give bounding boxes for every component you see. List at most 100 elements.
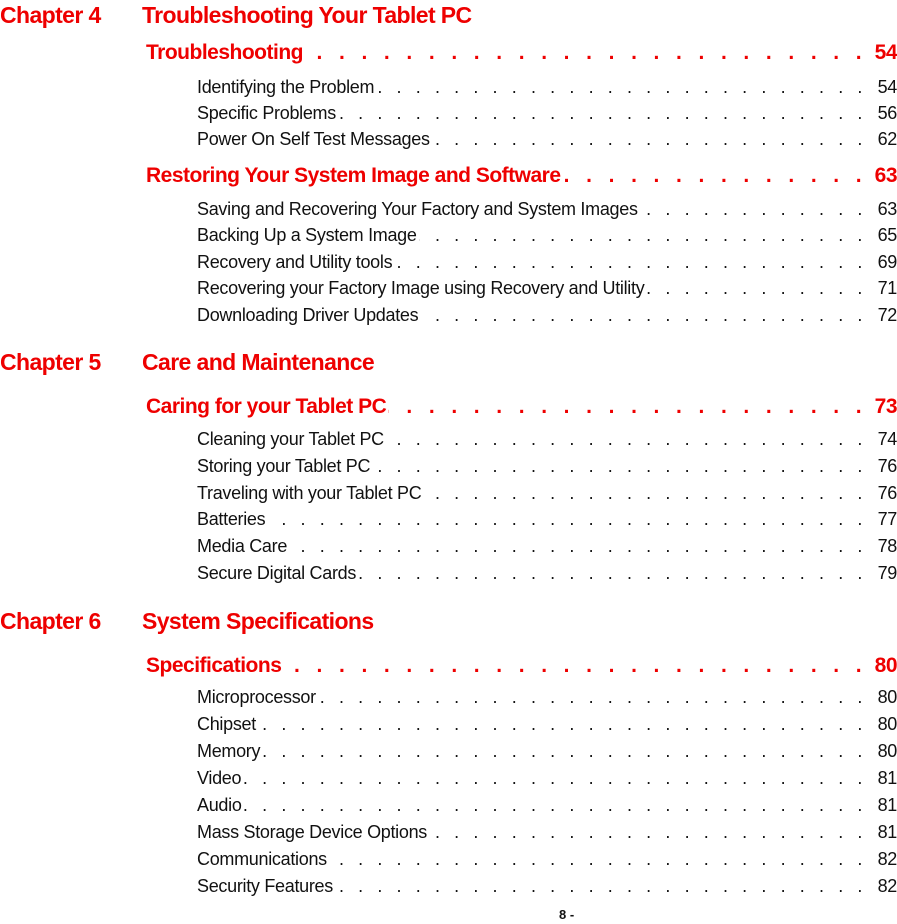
toc-entry-link[interactable]: Identifying the Problem . . . . . . . . … [197,74,897,100]
dot-leader: . . . . . . . . . . . . . . . . . . . . … [376,77,867,97]
page-number: 54 [874,41,897,64]
toc-entry-link[interactable]: Batteries . . . . . . . . . . . . . . . … [197,506,897,532]
toc-entry-link[interactable]: Specific Problems . . . . . . . . . . . … [197,100,897,126]
entry-title: Chipset [197,714,256,734]
dot-leader: . . . . . . . . . . . . . . . . . . . . … [318,687,867,707]
chapter-number: Chapter 5 [0,349,101,375]
chapter-number: Chapter 6 [0,608,101,634]
page-number: 76 [877,456,897,476]
page-number: 71 [877,278,897,298]
dot-leader: . . . . . . . . . . . . . . . . . . . . … [243,795,867,815]
entry-title: Power On Self Test Messages [197,129,430,149]
entry-title: Cleaning your Tablet PC [197,429,384,449]
entry-title: Recovery and Utility tools [197,252,393,272]
page-number: 63 [877,199,897,219]
page-number: 77 [877,509,897,529]
page-footer-number: 8 - [559,907,575,922]
page-number: 80 [877,687,897,707]
page-number: 82 [877,849,897,869]
section-title: Troubleshooting [146,41,303,64]
entry-title: Memory [197,741,261,761]
dot-leader: . . . . . . . . . . . . . . . . . . . . … [423,483,867,503]
toc-entry-link[interactable]: Saving and Recovering Your Factory and S… [197,196,897,222]
dot-leader: . . . . . . . . . . . . . . . . . . . . … [358,563,867,583]
dot-leader: . . . . . . . . . . . . . . . . . . . . … [419,225,867,245]
page-number: 54 [877,77,897,97]
entry-title: Video [197,768,242,788]
toc-entry-link[interactable]: Cleaning your Tablet PC . . . . . . . . … [197,426,897,452]
toc-section-link[interactable]: Caring for your Tablet PC . . . . . . . … [146,393,897,421]
entry-title: Specific Problems [197,103,336,123]
dot-leader: . . . . . . . . . . . . . . . . . . . . … [388,395,867,418]
dot-leader: . . . . . . . . . . . . . . . . . . . . … [289,536,867,556]
dot-leader: . . . . . . . . . . . . . . . . . . . . … [394,252,867,272]
page-number: 73 [874,395,897,418]
dot-leader: . . . . . . . . . . . . . . . . . . . . … [335,876,867,896]
chapter-title: Troubleshooting Your Tablet PC [142,2,472,28]
toc-entry-link[interactable]: Video . . . . . . . . . . . . . . . . . … [197,765,897,791]
toc-entry-link[interactable]: Security Features . . . . . . . . . . . … [197,873,897,899]
entry-title: Secure Digital Cards [197,563,357,583]
page-number: 80 [877,714,897,734]
page-number: 65 [877,225,897,245]
page-number: 56 [877,103,897,123]
entry-title: Recovering your Factory Image using Reco… [197,278,645,298]
toc-entry-link[interactable]: Secure Digital Cards . . . . . . . . . .… [197,560,897,586]
toc-page: Chapter 4 Troubleshooting Your Tablet PC… [0,0,897,924]
dot-leader: . . . . . . . . . . . . . . . . . . . . … [563,164,867,187]
chapter-title: Care and Maintenance [142,349,375,375]
toc-entry-link[interactable]: Power On Self Test Messages . . . . . . … [197,126,897,152]
toc-entry-link[interactable]: Recovering your Factory Image using Reco… [197,275,897,301]
toc-entry-link[interactable]: Traveling with your Tablet PC . . . . . … [197,480,897,506]
page-number: 80 [874,654,897,677]
toc-entry-link[interactable]: Downloading Driver Updates . . . . . . .… [197,302,897,328]
entry-title: Storing your Tablet PC [197,456,371,476]
entry-title: Microprocessor [197,687,316,707]
toc-entry-link[interactable]: Backing Up a System Image . . . . . . . … [197,222,897,248]
toc-entry-link[interactable]: Chipset . . . . . . . . . . . . . . . . … [197,711,897,737]
page-number: 79 [877,563,897,583]
page-number: 62 [877,129,897,149]
entry-title: Batteries [197,509,266,529]
dot-leader: . . . . . . . . . . . . . . . . . . . . … [329,849,867,869]
page-number: 76 [877,483,897,503]
dot-leader: . . . . . . . . . . . . . . . . . . . . … [646,278,867,298]
page-number: 81 [877,822,897,842]
page-number: 63 [874,164,897,187]
toc-entry-link[interactable]: Storing your Tablet PC . . . . . . . . .… [197,453,897,479]
page-number: 81 [877,768,897,788]
dot-leader: . . . . . . . . . . . . . . . . . . . . … [420,305,867,325]
entry-title: Saving and Recovering Your Factory and S… [197,199,638,219]
entry-title: Backing Up a System Image [197,225,417,245]
entry-title: Mass Storage Device Options [197,822,428,842]
toc-entry-link[interactable]: Communications . . . . . . . . . . . . .… [197,846,897,872]
toc-entry-link[interactable]: Audio . . . . . . . . . . . . . . . . . … [197,792,897,818]
page-number: 82 [877,876,897,896]
entry-title: Audio [197,795,242,815]
entry-title: Traveling with your Tablet PC [197,483,422,503]
toc-entry-link[interactable]: Microprocessor . . . . . . . . . . . . .… [197,684,897,710]
entry-title: Downloading Driver Updates [197,305,419,325]
dot-leader: . . . . . . . . . . . . . . . . . . . . … [640,199,867,219]
section-title: Caring for your Tablet PC [146,395,387,418]
toc-entry-link[interactable]: Recovery and Utility tools . . . . . . .… [197,249,897,275]
toc-entry-link[interactable]: Mass Storage Device Options . . . . . . … [197,819,897,845]
toc-section-link[interactable]: Troubleshooting . . . . . . . . . . . . … [146,39,897,67]
dot-leader: . . . . . . . . . . . . . . . . . . . . … [267,509,867,529]
page-number: 74 [877,429,897,449]
entry-title: Identifying the Problem [197,77,375,97]
entry-title: Communications [197,849,327,869]
page-number: 80 [877,741,897,761]
dot-leader: . . . . . . . . . . . . . . . . . . . . … [386,429,867,449]
chapter-number: Chapter 4 [0,2,101,28]
dot-leader: . . . . . . . . . . . . . . . . . . . . … [262,741,867,761]
chapter-title: System Specifications [142,608,374,634]
toc-section-link[interactable]: Specifications . . . . . . . . . . . . .… [146,652,897,680]
page-number: 72 [877,305,897,325]
dot-leader: . . . . . . . . . . . . . . . . . . . . … [432,129,867,149]
toc-entry-link[interactable]: Media Care . . . . . . . . . . . . . . .… [197,533,897,559]
toc-entry-link[interactable]: Memory . . . . . . . . . . . . . . . . .… [197,738,897,764]
toc-section-link[interactable]: Restoring Your System Image and Software… [146,162,897,190]
section-title: Restoring Your System Image and Software [146,164,561,187]
dot-leader: . . . . . . . . . . . . . . . . . . . . … [305,41,867,64]
